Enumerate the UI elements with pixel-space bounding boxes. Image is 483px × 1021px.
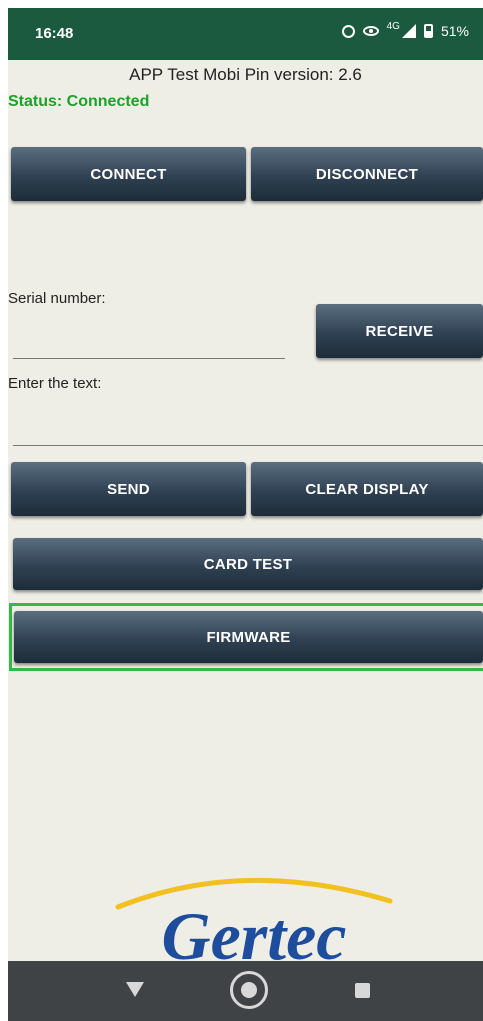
text-input[interactable] — [13, 421, 483, 446]
connect-button[interactable]: CONNECT — [11, 147, 246, 201]
alarm-icon — [341, 24, 355, 38]
enter-text-label: Enter the text: — [8, 375, 102, 392]
home-icon[interactable] — [230, 971, 268, 1009]
signal-icon — [401, 24, 416, 38]
disconnect-button[interactable]: DISCONNECT — [251, 147, 483, 201]
network-type: 4G — [386, 20, 400, 32]
receive-button[interactable]: RECEIVE — [316, 304, 483, 358]
gertec-logo: Gertec — [115, 877, 393, 973]
status-time: 16:48 — [35, 25, 74, 42]
clear-display-button[interactable]: CLEAR DISPLAY — [251, 462, 483, 516]
battery-icon — [423, 24, 433, 38]
card-test-button[interactable]: CARD TEST — [13, 538, 483, 590]
firmware-button[interactable]: FIRMWARE — [14, 611, 483, 663]
back-icon[interactable] — [126, 982, 144, 997]
navigation-bar — [8, 961, 483, 1021]
serial-number-label: Serial number: — [8, 290, 106, 307]
send-button[interactable]: SEND — [11, 462, 246, 516]
app-title: APP Test Mobi Pin version: 2.6 — [129, 65, 362, 84]
status-icons: 4G 51% — [341, 20, 469, 39]
battery-percent: 51% — [440, 23, 469, 39]
eye-icon — [362, 26, 379, 36]
serial-number-field[interactable] — [13, 334, 285, 359]
connection-status: Status: Connected — [8, 93, 150, 110]
status-bar: 16:48 4G 51% — [8, 8, 483, 60]
recents-icon[interactable] — [355, 983, 370, 998]
phone-screen: 16:48 4G 51% APP Test Mobi Pin version: … — [8, 8, 483, 1021]
